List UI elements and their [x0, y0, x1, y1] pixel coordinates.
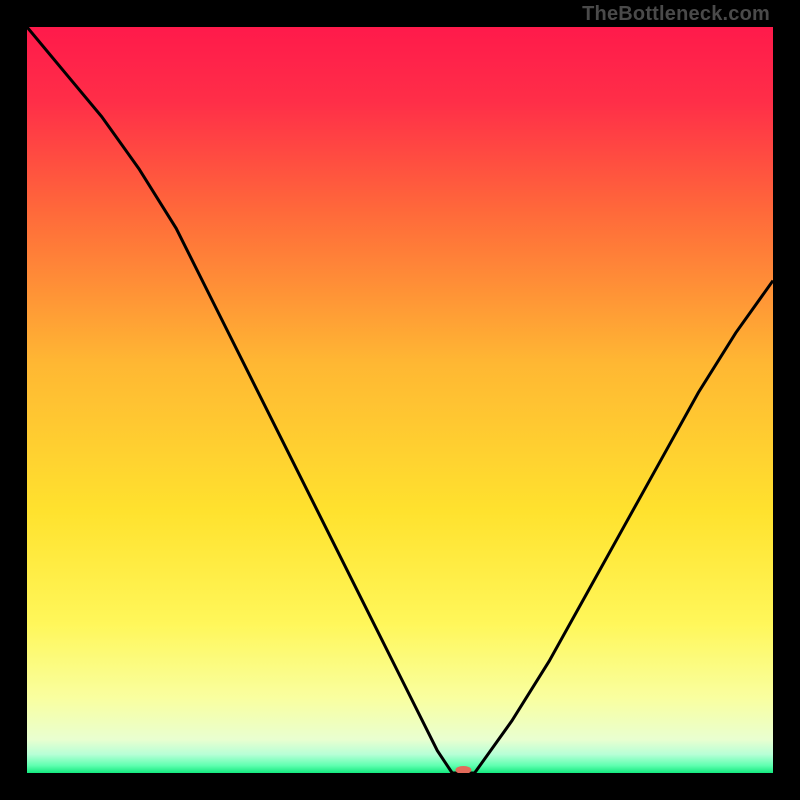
gradient-background	[27, 27, 773, 773]
plot-outer	[27, 27, 773, 773]
bottleneck-chart	[27, 27, 773, 773]
watermark-text: TheBottleneck.com	[582, 3, 770, 26]
chart-frame: TheBottleneck.com	[0, 0, 800, 800]
